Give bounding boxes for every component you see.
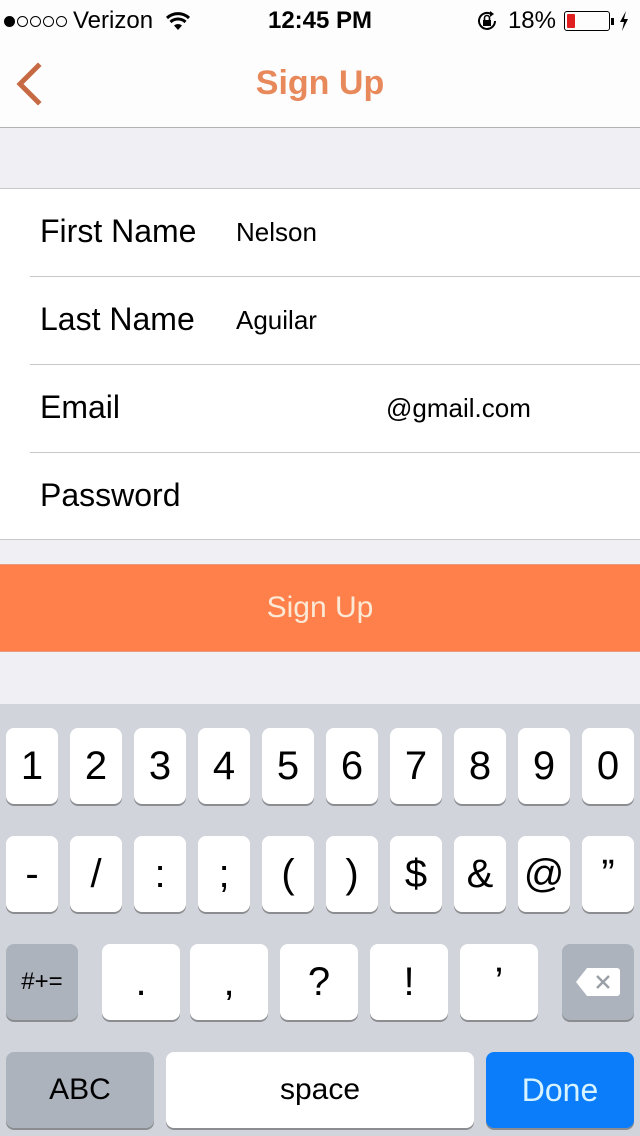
email-row: Email [0, 365, 640, 453]
key[interactable]: ? [280, 944, 358, 1020]
key[interactable]: ) [326, 836, 378, 912]
last-name-label: Last Name [40, 301, 195, 337]
key[interactable]: ’ [460, 944, 538, 1020]
email-label: Email [40, 389, 121, 425]
key[interactable]: 9 [518, 728, 570, 804]
last-name-row: Last Name [0, 277, 640, 365]
key[interactable]: & [454, 836, 506, 912]
navigation-bar: Sign Up [0, 40, 640, 128]
key[interactable]: : [134, 836, 186, 912]
abc-key[interactable]: ABC [6, 1052, 154, 1128]
key[interactable]: , [190, 944, 268, 1020]
key[interactable]: @ [518, 836, 570, 912]
battery-tip [611, 17, 614, 25]
first-name-row: First Name [0, 189, 640, 277]
first-name-label: First Name [40, 213, 197, 249]
battery-icon [564, 11, 610, 31]
key[interactable]: - [6, 836, 58, 912]
backspace-icon [576, 968, 620, 996]
first-name-input[interactable] [236, 217, 616, 248]
key[interactable]: 5 [262, 728, 314, 804]
status-bar: Verizon 12:45 PM 18% [0, 0, 640, 40]
page-title: Sign Up [255, 64, 385, 102]
key[interactable]: ( [262, 836, 314, 912]
symbols-key[interactable]: #+= [6, 944, 78, 1020]
battery-percent: 18% [507, 7, 556, 34]
key[interactable]: 2 [70, 728, 122, 804]
key[interactable]: / [70, 836, 122, 912]
email-input[interactable] [386, 393, 626, 424]
password-label: Password [40, 477, 181, 513]
key[interactable]: 7 [390, 728, 442, 804]
key[interactable]: 4 [198, 728, 250, 804]
password-row: Password [0, 453, 640, 541]
last-name-input[interactable] [236, 305, 616, 336]
key[interactable]: ; [198, 836, 250, 912]
key[interactable]: $ [390, 836, 442, 912]
key[interactable]: . [102, 944, 180, 1020]
key[interactable]: ” [582, 836, 634, 912]
sign-up-button[interactable]: Sign Up [0, 564, 640, 652]
rotation-lock-icon [477, 11, 496, 30]
key[interactable]: 8 [454, 728, 506, 804]
done-key[interactable]: Done [486, 1052, 634, 1128]
status-right: 18% [476, 7, 630, 35]
charging-bolt-icon [620, 11, 628, 31]
password-input[interactable] [236, 481, 616, 512]
space-key[interactable]: space [166, 1052, 474, 1128]
key[interactable]: 1 [6, 728, 58, 804]
keyboard: 1234567890 - /:;() $ & @” #+= .,?!’ ABC spac… [0, 704, 640, 1136]
key[interactable]: 3 [134, 728, 186, 804]
delete-key[interactable] [562, 944, 634, 1020]
key[interactable]: 6 [326, 728, 378, 804]
battery-level-fill [567, 14, 575, 28]
key[interactable]: 0 [582, 728, 634, 804]
signup-form: First Name Last Name Email Password [0, 188, 640, 540]
key[interactable]: ! [370, 944, 448, 1020]
